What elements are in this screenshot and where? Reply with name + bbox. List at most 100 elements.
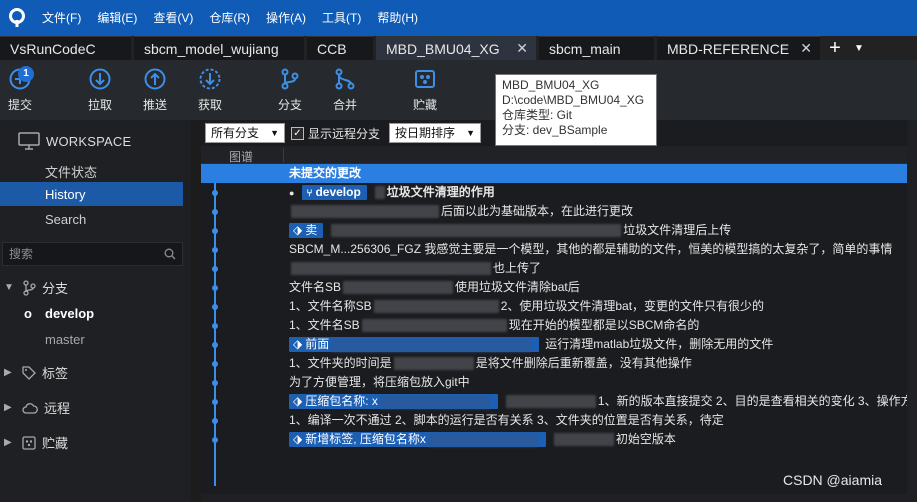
tab-sbcm-main[interactable]: sbcm_main bbox=[539, 36, 654, 60]
redacted-text bbox=[291, 205, 439, 219]
commit-row[interactable]: 1、文件名SB 现在开始的模型都是以SBCM命名的 bbox=[201, 316, 907, 335]
commit-message: 运行清理matlab垃圾文件，删除无用的文件 bbox=[545, 337, 774, 351]
cloud-icon bbox=[22, 402, 38, 414]
push-button[interactable]: 推送 bbox=[127, 66, 183, 116]
tab-ccb[interactable]: CCB bbox=[307, 36, 373, 60]
branch-label: 分支 bbox=[277, 98, 302, 112]
commit-row[interactable]: 1、文件夹的时间是 是将文件删除后重新覆盖，没有其他操作 bbox=[201, 354, 907, 373]
fetch-button[interactable]: 获取 bbox=[182, 66, 238, 116]
branch-tag-develop[interactable]: ⑂ develop bbox=[302, 185, 367, 201]
commit-message: 1、编译一次不通过 2、脚本的运行是否有关系 3、文件夹的位置是否有关系，待定 bbox=[289, 413, 724, 427]
sidebar-item-search[interactable]: Search bbox=[45, 212, 86, 227]
fetch-icon bbox=[199, 68, 221, 90]
close-icon[interactable]: ✕ bbox=[516, 40, 528, 57]
repository-tab-bar: VsRunCodeC sbcm_model_wujiang CCB MBD_BM… bbox=[0, 36, 917, 60]
sidebar-item-file-status[interactable]: 文件状态 bbox=[45, 162, 97, 181]
commit-message-wrap: ⬗ 卖 垃圾文件清理后上传 bbox=[289, 221, 731, 240]
add-tab-button[interactable]: + bbox=[823, 36, 847, 60]
close-icon[interactable]: ✕ bbox=[800, 40, 812, 57]
commit-row[interactable]: 1、文件名称SB 2、使用垃圾文件清理bat，变更的文件只有很少的 bbox=[201, 297, 907, 316]
redacted-text bbox=[374, 186, 385, 200]
commit-row[interactable]: ⬗压缩包名称: x 1、新的版本直接提交 2、目的是查看相关的变化 3、操作方法，… bbox=[201, 392, 907, 411]
commit-button[interactable]: 1 提交 bbox=[0, 66, 48, 116]
branch-icon bbox=[281, 68, 299, 90]
commit-message-tail: 是将文件删除后重新覆盖，没有其他操作 bbox=[475, 356, 692, 370]
sidebar-section-stashes[interactable]: ▶ 贮藏 bbox=[4, 433, 68, 452]
chevron-right-icon: ▶ bbox=[4, 367, 12, 378]
commit-message: SBCM_M...256306_FGZ 我感觉主要是一个模型，其他的都是辅助的文… bbox=[289, 242, 893, 256]
horizontal-scrollbar[interactable] bbox=[201, 494, 907, 502]
commit-message: 1、文件名SB bbox=[289, 318, 360, 332]
branches-label: 分支 bbox=[42, 281, 69, 296]
branch-tag-label: develop bbox=[315, 185, 361, 200]
pull-button[interactable]: 拉取 bbox=[72, 66, 128, 116]
commit-message: 1、文件名称SB bbox=[289, 299, 372, 313]
branch-filter-select[interactable]: 所有分支 ▼ bbox=[205, 123, 285, 143]
branch-master[interactable]: master bbox=[45, 332, 85, 347]
sidebar-section-remotes[interactable]: ▶ 远程 bbox=[4, 398, 70, 417]
menu-file[interactable]: 文件(F) bbox=[34, 0, 89, 36]
commit-message: 垃圾文件清理后上传 bbox=[623, 223, 732, 237]
tag-icon bbox=[22, 365, 36, 380]
tag-label[interactable]: ⬗ 新增标签, 压缩包名称x bbox=[289, 432, 546, 448]
commit-row-uncommitted[interactable]: 未提交的更改 bbox=[201, 164, 907, 183]
graph-column-header[interactable]: 图谱 bbox=[229, 148, 253, 165]
commit-message-wrap: 1、文件夹的时间是 是将文件删除后重新覆盖，没有其他操作 bbox=[289, 354, 692, 373]
repository-tooltip: MBD_BMU04_XG D:\code\MBD_BMU04_XG 仓库类型: … bbox=[495, 74, 657, 146]
tag-icon: ⬗ bbox=[293, 394, 303, 409]
commit-row[interactable]: 1、编译一次不通过 2、脚本的运行是否有关系 3、文件夹的位置是否有关系，待定 bbox=[201, 411, 907, 430]
menu-repository[interactable]: 仓库(R) bbox=[201, 0, 258, 36]
current-branch-marker: o bbox=[24, 306, 32, 321]
commit-message-wrap: ⬗压缩包名称: x 1、新的版本直接提交 2、目的是查看相关的变化 3、操作方法，… bbox=[289, 392, 907, 411]
tag-label[interactable]: ⬗ 卖 bbox=[289, 223, 324, 239]
redacted-text bbox=[379, 395, 490, 409]
commit-row[interactable]: 为了方便管理，将压缩包放入git中 bbox=[201, 373, 907, 392]
show-remote-branches-checkbox[interactable]: ✓ 显示远程分支 bbox=[291, 125, 380, 142]
branch-develop[interactable]: develop bbox=[45, 306, 94, 321]
redacted-text bbox=[427, 433, 538, 447]
tab-list-dropdown[interactable]: ▼ bbox=[847, 36, 871, 60]
commit-row[interactable]: 后面以此为基础版本，在此进行更改 bbox=[201, 202, 907, 221]
tag-icon: ⬗ bbox=[293, 337, 303, 352]
commit-row[interactable]: SBCM_M...256306_FGZ 我感觉主要是一个模型，其他的都是辅助的文… bbox=[201, 240, 907, 259]
stash-button[interactable]: 贮藏 bbox=[397, 66, 453, 116]
column-divider[interactable] bbox=[283, 148, 284, 162]
stash-label: 贮藏 bbox=[412, 98, 437, 112]
checkbox-checked-icon: ✓ bbox=[291, 127, 304, 140]
sidebar-filter-input[interactable]: 搜索 bbox=[2, 242, 183, 266]
merge-button[interactable]: 合并 bbox=[317, 66, 373, 116]
tab-sbcm-model-wujiang[interactable]: sbcm_model_wujiang bbox=[134, 36, 304, 60]
tag-label[interactable]: ⬗ 前面 bbox=[289, 337, 540, 353]
branch-filter-value: 所有分支 bbox=[211, 126, 260, 140]
commit-row[interactable]: ⬗ 卖 垃圾文件清理后上传 bbox=[201, 221, 907, 240]
tag-text: 前面 bbox=[305, 337, 330, 352]
tab-mbd-bmu04-xg[interactable]: MBD_BMU04_XG ✕ bbox=[376, 36, 536, 60]
watermark: CSDN @aiamia bbox=[783, 472, 883, 488]
redacted-text bbox=[291, 262, 491, 276]
commit-row[interactable]: 也上传了 bbox=[201, 259, 907, 278]
sidebar-item-history[interactable] bbox=[0, 182, 183, 206]
menu-edit[interactable]: 编辑(E) bbox=[89, 0, 145, 36]
commit-message: 未提交的更改 bbox=[289, 166, 362, 180]
menu-actions[interactable]: 操作(A) bbox=[258, 0, 314, 36]
menu-view[interactable]: 查看(V) bbox=[145, 0, 201, 36]
commit-row[interactable]: ⬗ 前面 运行清理matlab垃圾文件，删除无用的文件 bbox=[201, 335, 907, 354]
tab-mbd-reference[interactable]: MBD-REFERENCE ✕ bbox=[657, 36, 820, 60]
sourcetree-logo-icon[interactable] bbox=[0, 0, 34, 36]
tag-label[interactable]: ⬗ 压缩包名称: x bbox=[289, 394, 498, 410]
sidebar-section-branches[interactable]: ▼ 分支 bbox=[4, 278, 68, 297]
branch-button[interactable]: 分支 bbox=[262, 66, 318, 116]
redacted-text bbox=[361, 319, 507, 333]
sidebar-section-tags[interactable]: ▶ 标签 bbox=[4, 363, 68, 382]
tab-vsruncodec[interactable]: VsRunCodeC bbox=[0, 36, 131, 60]
tooltip-repo-type: 仓库类型: Git bbox=[502, 108, 573, 122]
show-remote-branches-label: 显示远程分支 bbox=[308, 127, 381, 141]
commit-row[interactable]: ⬗ 新增标签, 压缩包名称x 初始空版本 bbox=[201, 430, 907, 449]
commit-row[interactable]: 文件名SB 使用垃圾文件清除bat后 bbox=[201, 278, 907, 297]
menu-tools[interactable]: 工具(T) bbox=[314, 0, 369, 36]
vertical-scrollbar[interactable] bbox=[907, 120, 917, 502]
commit-row[interactable]: ● ⑂ develop 垃圾文件清理的作用 bbox=[201, 183, 907, 202]
sort-order-select[interactable]: 按日期排序 ▼ bbox=[389, 123, 481, 143]
commit-message: 1、文件夹的时间是 bbox=[289, 356, 392, 370]
menu-help[interactable]: 帮助(H) bbox=[369, 0, 426, 36]
